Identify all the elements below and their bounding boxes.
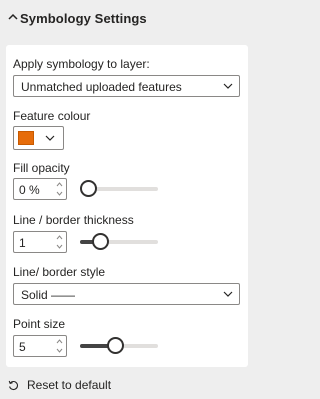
colour-swatch	[18, 131, 34, 145]
line-style-label: Line/ border style	[13, 265, 106, 279]
spin-arrows-icon[interactable]	[55, 180, 64, 198]
feature-colour-picker[interactable]	[13, 126, 64, 150]
reset-icon	[8, 380, 18, 390]
line-thickness-value: 1	[19, 236, 26, 250]
chevron-down-icon	[223, 291, 233, 297]
chevron-down-icon	[45, 135, 55, 141]
point-size-value: 5	[19, 340, 26, 354]
line-thickness-slider[interactable]	[80, 233, 158, 250]
reset-label: Reset to default	[27, 378, 112, 392]
fill-opacity-value: 0 %	[19, 183, 40, 197]
point-size-label: Point size	[13, 317, 66, 331]
line-style-value: Solid ——	[21, 288, 76, 302]
fill-opacity-slider[interactable]	[80, 180, 158, 197]
fill-opacity-label: Fill opacity	[13, 161, 70, 175]
section-title: Symbology Settings	[20, 11, 147, 26]
apply-layer-value: Unmatched uploaded features	[21, 80, 182, 94]
apply-layer-label: Apply symbology to layer:	[13, 57, 150, 71]
apply-layer-dropdown[interactable]: Unmatched uploaded features	[13, 75, 240, 97]
slider-thumb[interactable]	[80, 180, 97, 197]
feature-colour-label: Feature colour	[13, 109, 91, 123]
line-style-dropdown[interactable]: Solid ——	[13, 283, 240, 305]
point-size-stepper[interactable]: 5	[13, 335, 67, 357]
line-thickness-stepper[interactable]: 1	[13, 231, 67, 253]
reset-to-default-button[interactable]: Reset to default	[8, 378, 111, 392]
spin-arrows-icon[interactable]	[55, 337, 64, 355]
section-header[interactable]: Symbology Settings	[0, 0, 259, 38]
point-size-slider[interactable]	[80, 337, 158, 354]
chevron-up-icon	[8, 13, 18, 20]
spin-arrows-icon[interactable]	[55, 233, 64, 251]
chevron-down-icon	[223, 83, 233, 89]
line-thickness-label: Line / border thickness	[13, 213, 134, 227]
fill-opacity-stepper[interactable]: 0 %	[13, 178, 67, 200]
